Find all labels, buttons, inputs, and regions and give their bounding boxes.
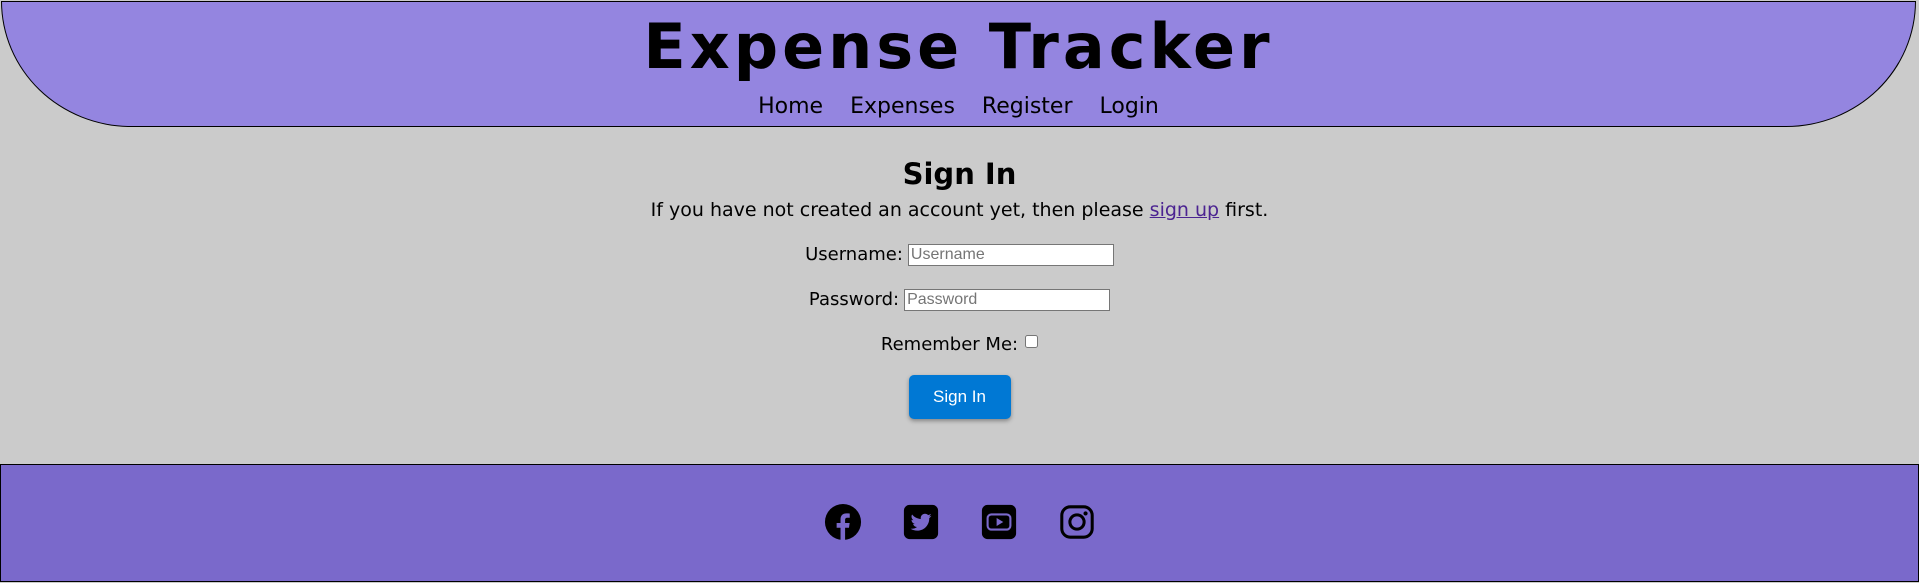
- main-content: Sign In If you have not created an accou…: [0, 155, 1919, 419]
- page-title: Sign In: [902, 157, 1017, 191]
- intro-text-before: If you have not created an account yet, …: [650, 199, 1150, 221]
- sign-in-button[interactable]: Sign In: [908, 375, 1011, 419]
- sign-in-form: Username: Password: Remember Me: Sign In: [0, 243, 1919, 419]
- nav-register[interactable]: Register: [982, 94, 1073, 119]
- password-label: Password:: [808, 289, 900, 310]
- password-row: Password:: [0, 288, 1919, 312]
- username-input[interactable]: [907, 244, 1114, 266]
- twitter-link[interactable]: [902, 503, 940, 541]
- youtube-icon: [981, 504, 1016, 540]
- nav-home[interactable]: Home: [758, 94, 823, 119]
- remember-me-checkbox[interactable]: [1025, 335, 1039, 348]
- social-links: [1, 503, 1918, 541]
- facebook-icon: [824, 503, 861, 541]
- site-header: Expense Tracker Home Expenses Register L…: [1, 1, 1916, 127]
- username-row: Username:: [0, 243, 1919, 267]
- nav-login[interactable]: Login: [1100, 94, 1159, 119]
- username-label: Username:: [805, 244, 903, 265]
- nav-expenses[interactable]: Expenses: [850, 94, 955, 119]
- youtube-link[interactable]: [980, 503, 1018, 541]
- intro-text: If you have not created an account yet, …: [0, 197, 1919, 223]
- site-title: Expense Tracker: [643, 10, 1274, 83]
- site-footer: [0, 464, 1919, 582]
- intro-text-after: first.: [1219, 199, 1269, 221]
- sign-up-link[interactable]: sign up: [1150, 199, 1219, 221]
- remember-row: Remember Me:: [0, 333, 1919, 357]
- main-nav: Home Expenses Register Login: [2, 92, 1915, 122]
- password-input[interactable]: [904, 289, 1111, 311]
- facebook-link[interactable]: [824, 503, 862, 541]
- instagram-link[interactable]: [1058, 503, 1096, 541]
- instagram-icon: [1059, 505, 1094, 539]
- remember-me-label: Remember Me:: [880, 334, 1019, 355]
- twitter-icon: [903, 504, 938, 540]
